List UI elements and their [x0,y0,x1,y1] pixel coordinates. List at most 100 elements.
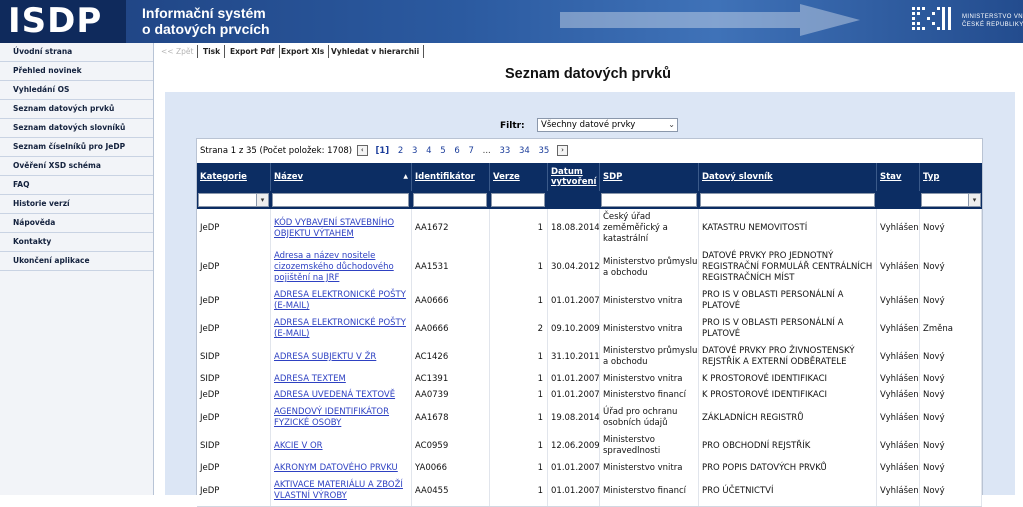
cell-kategorie: JeDP [197,387,271,404]
back-button[interactable]: << Zpět [157,45,199,58]
cell-typ: Nový [920,476,982,506]
sidebar-item-contacts[interactable]: Kontakty [0,233,153,252]
cell-datum: 30.04.2012 [548,248,600,287]
table-header: Kategorie Název ▲ Identifikátor Verze Da… [197,163,982,191]
column-header-kategorie[interactable]: Kategorie [197,163,271,191]
cell-verze: 1 [490,476,548,506]
cell-datovy-slovnik: PRO IS V OBLASTI PERSONÁLNÍ A PLATOVÉ [699,315,877,343]
filter-slovnik-input[interactable] [700,193,875,207]
sidebar-item-data-elements[interactable]: Seznam datových prvků [0,100,153,119]
cell-nazev[interactable]: AKRONYM DATOVÉHO PRVKU [271,460,412,476]
filter-kategorie-select[interactable]: ▾ [198,193,269,207]
column-header-identifikator[interactable]: Identifikátor [412,163,490,191]
page-title: Seznam datových prvků [505,66,671,82]
cell-sdp: Ministerstvo průmyslu a obchodu [600,343,699,371]
sidebar-item-xsd-validation[interactable]: Ověření XSD schéma [0,157,153,176]
filter-nazev-input[interactable] [272,193,409,207]
sidebar-item-data-dictionaries[interactable]: Seznam datových slovníků [0,119,153,138]
pager-page[interactable]: 34 [519,146,530,156]
sort-asc-icon: ▲ [403,173,408,180]
sidebar-item-version-history[interactable]: Historie verzí [0,195,153,214]
filter-typ-select[interactable]: ▾ [921,193,981,207]
column-header-datum[interactable]: Datum vytvoření [548,163,600,191]
cell-nazev[interactable]: KÓD VYBAVENÍ STAVEBNÍHO OBJEKTU VÝTAHEM [271,209,412,248]
column-header-datovy-slovnik[interactable]: Datový slovník [699,163,877,191]
cell-sdp: Ministerstvo vnitra [600,287,699,315]
export-xls-button[interactable]: Export Xls [277,45,330,58]
cell-nazev[interactable]: ADRESA ELEKTRONICKÉ POŠTY (E-MAIL) [271,287,412,315]
table-row: JeDP AGENDOVÝ IDENTIFIKÁTOR FYZICKÉ OSOBY… [197,404,982,433]
toolbar: << Zpět Tisk Export Pdf Export Xls Vyhle… [155,45,1023,58]
filter-identifikator-input[interactable] [413,193,487,207]
cell-typ: Nový [920,387,982,404]
cell-verze: 1 [490,248,548,287]
pager-page[interactable]: 4 [426,146,431,156]
cell-datum: 01.01.2007 [548,460,600,476]
filter-select[interactable]: Všechny datové prvky ⌄ [537,118,678,132]
table-row: SIDP AKCIE V OR AC0959 1 12.06.2009 Ministers… [197,432,982,461]
cell-typ: Nový [920,287,982,315]
cell-nazev[interactable]: AGENDOVÝ IDENTIFIKÁTOR FYZICKÉ OSOBY [271,404,412,432]
pager-page[interactable]: 2 [398,146,403,156]
cell-nazev[interactable]: ADRESA SUBJEKTU V ŽR [271,343,412,371]
sidebar-item-faq[interactable]: FAQ [0,176,153,195]
pager-page[interactable]: 7 [469,146,474,156]
pager-page[interactable]: 6 [454,146,459,156]
sidebar-item-home[interactable]: Úvodní strana [0,43,153,62]
column-header-verze[interactable]: Verze [490,163,548,191]
column-header-typ[interactable]: Typ [920,163,982,191]
pager: Strana 1 z 35 (Počet položek: 1708) ‹ [1… [200,145,570,157]
chevron-down-icon: ▾ [256,194,268,206]
cell-stav: Vyhlášen [877,315,920,343]
column-header-sdp[interactable]: SDP [600,163,699,191]
cell-verze: 1 [490,387,548,404]
cell-nazev[interactable]: ADRESA TEXTEM [271,371,412,387]
sidebar-item-news[interactable]: Přehled novinek [0,62,153,81]
cell-datum: 01.01.2007 [548,476,600,506]
cell-identifikator: AA1678 [412,404,490,432]
cell-verze: 1 [490,460,548,476]
cell-nazev[interactable]: Adresa a název nositele cizozemského důc… [271,248,412,287]
filter-verze-input[interactable] [491,193,545,207]
system-title: Informační systém o datových prvcích [142,5,270,37]
sidebar-nav: Úvodní strana Přehled novinek Vyhledání … [0,43,154,495]
cell-nazev[interactable]: ADRESA UVEDENÁ TEXTOVĚ [271,387,412,404]
sidebar-item-search-os[interactable]: Vyhledání OS [0,81,153,100]
print-button[interactable]: Tisk [199,45,226,58]
cell-kategorie: SIDP [197,432,271,460]
filter-label: Filtr: [500,121,525,131]
sidebar-item-codelists[interactable]: Seznam číselníků pro JeDP [0,138,153,157]
cell-sdp: Ministerstvo financí [600,387,699,404]
cell-stav: Vyhlášen [877,209,920,248]
column-header-stav[interactable]: Stav [877,163,920,191]
cell-kategorie: SIDP [197,371,271,387]
cell-datum: 18.08.2014 [548,209,600,248]
cell-datovy-slovnik: ZÁKLADNÍCH REGISTRŮ [699,404,877,432]
cell-verze: 1 [490,209,548,248]
cell-typ: Nový [920,371,982,387]
cell-datum: 01.01.2007 [548,387,600,404]
sidebar-item-help[interactable]: Nápověda [0,214,153,233]
cell-datovy-slovnik: KATASTRU NEMOVITOSTÍ [699,209,877,248]
pager-page[interactable]: 5 [440,146,445,156]
cell-identifikator: YA0066 [412,460,490,476]
pager-page[interactable]: 35 [539,146,550,156]
column-header-nazev[interactable]: Název ▲ [271,163,412,191]
search-hierarchy-button[interactable]: Vyhledat v hierarchii [327,45,425,58]
cell-stav: Vyhlášen [877,432,920,460]
prev-page-icon[interactable]: ‹ [356,145,368,156]
isdp-logo[interactable]: ISDP [0,0,126,43]
pager-page[interactable]: 3 [412,146,417,156]
filter-sdp-input[interactable] [601,193,697,207]
sidebar-item-logout[interactable]: Ukončení aplikace [0,252,153,271]
cell-nazev[interactable]: AKCIE V OR [271,432,412,460]
cell-nazev[interactable]: ADRESA ELEKTRONICKÉ POŠTY (E-MAIL) [271,315,412,343]
cell-datovy-slovnik: PRO ÚČETNICTVÍ [699,476,877,506]
export-pdf-button[interactable]: Export Pdf [226,45,280,58]
table-row: SIDP ADRESA SUBJEKTU V ŽR AC1426 1 31.10.201… [197,343,982,372]
cell-nazev[interactable]: AKTIVACE MATERIÁLU A ZBOŽÍ VLASTNÍ VÝROB… [271,476,412,506]
next-page-icon[interactable]: › [557,145,569,156]
cell-identifikator: AA0666 [412,287,490,315]
pager-page[interactable]: 33 [499,146,510,156]
pager-info: Strana 1 z 35 (Počet položek: 1708) [200,146,353,156]
